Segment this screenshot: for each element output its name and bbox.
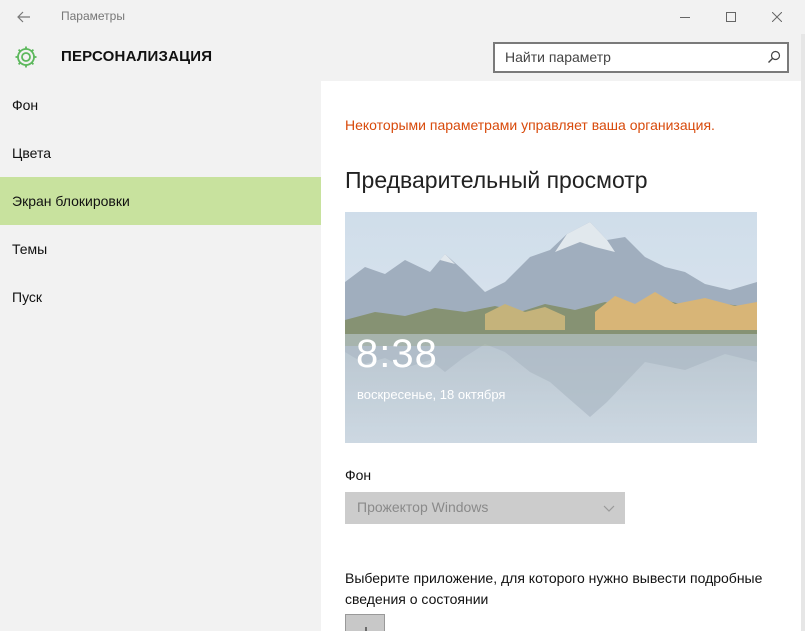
- background-dropdown-value: Прожектор Windows: [357, 499, 489, 515]
- add-app-button[interactable]: [345, 614, 385, 631]
- close-icon: [772, 12, 782, 22]
- window-title: Параметры: [61, 9, 125, 23]
- detailed-status-app-label: Выберите приложение, для которого нужно …: [345, 570, 763, 607]
- settings-header: ПЕРСОНАЛИЗАЦИЯ: [0, 34, 805, 81]
- content-pane: Некоторыми параметрами управляет ваша ор…: [321, 81, 801, 631]
- maximize-button[interactable]: [708, 0, 754, 34]
- minimize-button[interactable]: [662, 0, 708, 34]
- sidebar-item-background[interactable]: Фон: [0, 81, 321, 129]
- section-title: ПЕРСОНАЛИЗАЦИЯ: [61, 48, 213, 65]
- sidebar-item-colors[interactable]: Цвета: [0, 129, 321, 177]
- back-button[interactable]: [0, 0, 48, 34]
- maximize-icon: [726, 12, 736, 22]
- sidebar: Фон Цвета Экран блокировки Темы Пуск: [0, 81, 321, 631]
- lock-screen-date: воскресенье, 18 октября: [357, 387, 506, 402]
- background-label: Фон: [345, 467, 372, 483]
- lock-screen-preview: 8:38 воскресенье, 18 октября: [345, 212, 757, 443]
- gear-icon: [15, 46, 37, 68]
- sidebar-item-lock-screen[interactable]: Экран блокировки: [0, 177, 321, 225]
- back-arrow-icon: [17, 11, 30, 23]
- plus-icon: [365, 627, 367, 631]
- sidebar-item-start[interactable]: Пуск: [0, 273, 321, 321]
- background-dropdown[interactable]: Прожектор Windows: [345, 492, 625, 524]
- window-edge: [801, 34, 805, 631]
- search-icon[interactable]: [767, 50, 781, 64]
- sidebar-item-themes[interactable]: Темы: [0, 225, 321, 273]
- preview-heading: Предварительный просмотр: [345, 167, 648, 193]
- settings-window: Параметры ПЕРСОНАЛИЗАЦИЯ Найти параметр …: [0, 0, 805, 631]
- lock-screen-time: 8:38: [356, 332, 438, 376]
- chevron-down-icon: [603, 505, 615, 512]
- minimize-icon: [680, 17, 690, 18]
- title-bar: Параметры: [0, 0, 805, 34]
- landscape-image: [345, 212, 757, 443]
- search-input[interactable]: [505, 49, 755, 65]
- org-managed-notice: Некоторыми параметрами управляет ваша ор…: [345, 117, 715, 133]
- search-box[interactable]: [493, 42, 789, 73]
- close-button[interactable]: [754, 0, 800, 34]
